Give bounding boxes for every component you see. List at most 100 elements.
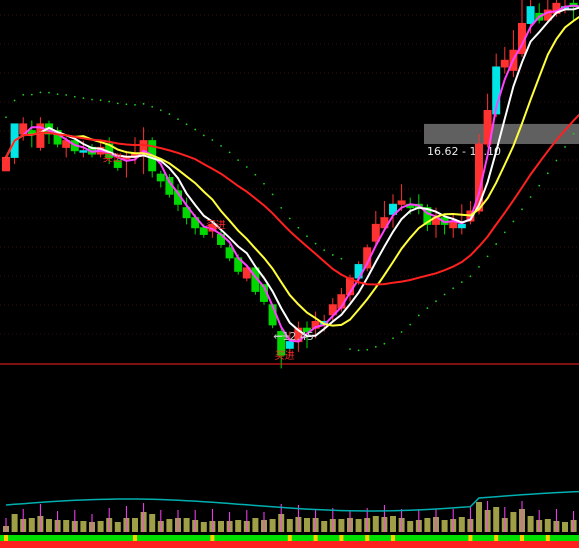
dot-point	[366, 348, 369, 351]
candles	[2, 0, 579, 369]
dot-point	[409, 323, 412, 326]
volume-bar	[114, 522, 121, 532]
ma-slow-line	[5, 15, 579, 327]
volume-bar	[355, 519, 362, 532]
volume-bar	[544, 519, 551, 532]
dot-point	[486, 255, 489, 258]
volume-bar	[183, 518, 190, 532]
dot-point	[383, 342, 386, 345]
dot-point	[280, 206, 283, 209]
dot-point	[555, 159, 558, 162]
buy-signal-label: 买进	[103, 152, 123, 164]
volume-bar	[218, 521, 224, 532]
grid	[0, 14, 579, 335]
dot-point	[22, 93, 25, 96]
dot-point	[134, 103, 136, 106]
volume-bar	[390, 516, 396, 532]
dot-point	[30, 93, 33, 96]
volume-bar	[132, 518, 138, 532]
dot-point	[194, 128, 197, 131]
dot-point	[237, 159, 240, 162]
strip-marker	[468, 535, 473, 541]
dot-point	[159, 109, 162, 112]
volume-bar	[493, 507, 500, 532]
dot-point	[82, 97, 85, 100]
strip-marker	[4, 535, 8, 541]
dot-point	[228, 151, 231, 154]
volume-bar	[46, 519, 52, 532]
candle-body	[371, 223, 380, 242]
strip-marker	[287, 535, 292, 541]
strip-marker	[313, 535, 318, 541]
dot-point	[478, 265, 480, 268]
volume-bar	[269, 519, 276, 532]
buy-signal-label: 买进	[275, 350, 295, 362]
dot-point	[65, 94, 68, 96]
dot-point	[73, 95, 76, 98]
candlestick-chart: 16.62 - 17.10 买进 买进 买进 ←12.45	[0, 0, 579, 548]
volume-bar	[149, 514, 156, 532]
candle-body	[79, 150, 88, 153]
candle-body	[526, 6, 535, 24]
dot-point	[99, 99, 102, 102]
volume-bar	[338, 519, 345, 532]
candle-body	[225, 247, 234, 259]
volume-bar	[166, 519, 173, 532]
strip-marker	[545, 535, 550, 541]
dot-point	[185, 123, 188, 126]
volume-bar	[200, 522, 207, 532]
dot-point	[349, 348, 351, 351]
dot-point	[452, 287, 455, 290]
dot-point	[108, 100, 111, 103]
dot-point	[254, 173, 257, 176]
dot-point	[374, 345, 377, 348]
strip-marker	[365, 535, 370, 541]
volume-bar	[304, 518, 310, 532]
dot-point	[56, 93, 59, 96]
dot-point	[263, 182, 265, 185]
dot-point	[564, 146, 566, 148]
dot-point	[331, 254, 334, 256]
dot-point	[220, 144, 222, 147]
dot-point	[572, 132, 575, 135]
buy-signals: 买进 买进 买进	[103, 152, 295, 362]
volume-bar	[510, 512, 517, 532]
candle-body	[500, 59, 509, 68]
dot-point	[314, 242, 317, 245]
dot-point	[417, 314, 420, 317]
dot-point	[521, 208, 523, 211]
candle-body	[2, 156, 10, 172]
volume-bar	[562, 522, 568, 532]
dot-point	[142, 102, 145, 105]
volume-bar	[235, 520, 242, 532]
volume-average-line	[5, 490, 579, 512]
low-annotation: ←12.45	[273, 330, 314, 343]
volume-bar	[424, 518, 431, 532]
dot-point	[151, 105, 154, 108]
dot-point	[426, 307, 429, 310]
strip-red	[0, 541, 579, 548]
moving-averages	[5, 4, 579, 343]
dot-point	[460, 281, 463, 284]
dot-point	[400, 331, 403, 333]
dot-point	[116, 102, 119, 105]
volume-bar	[80, 521, 87, 532]
chart-stage: 16.62 - 17.10 买进 买进 买进 ←12.45	[0, 0, 579, 548]
dot-point	[529, 196, 532, 198]
dot-point	[91, 98, 93, 101]
dot-point	[177, 118, 179, 121]
dot-point	[271, 193, 274, 196]
volume-bar	[321, 521, 328, 532]
strip-marker	[210, 535, 215, 541]
dot-point	[211, 139, 214, 141]
dot-point	[469, 275, 472, 278]
volume-bar	[97, 521, 104, 532]
volume-bar	[458, 517, 465, 532]
signal-strip	[0, 535, 579, 548]
dot-point	[435, 300, 437, 303]
dot-point	[357, 349, 360, 352]
ma-mid-line	[5, 6, 579, 338]
candle-body	[397, 200, 406, 205]
dot-point	[48, 91, 50, 94]
volume-panel	[3, 490, 579, 532]
